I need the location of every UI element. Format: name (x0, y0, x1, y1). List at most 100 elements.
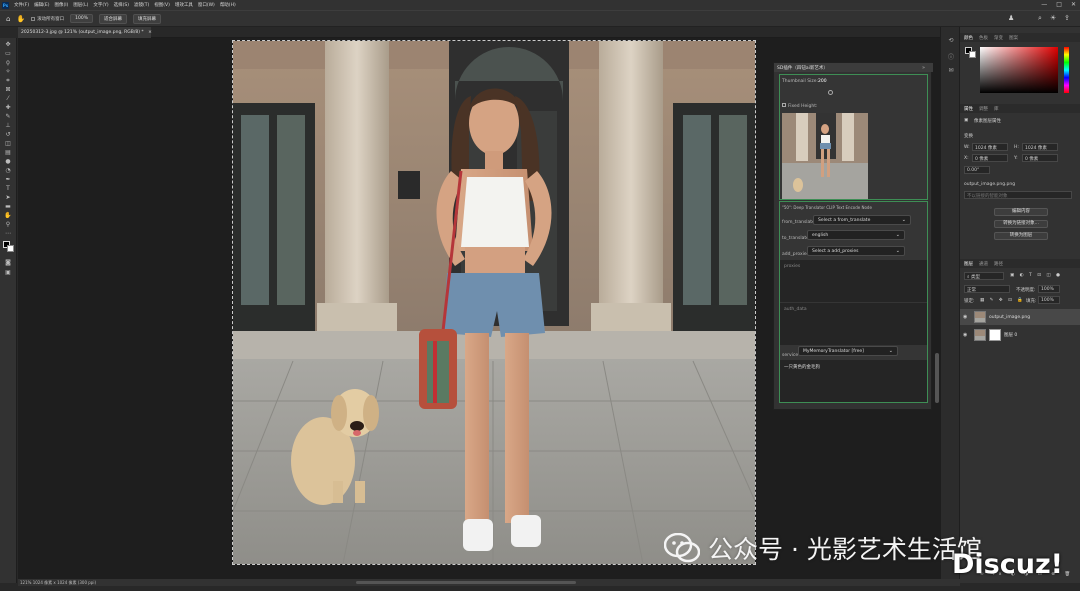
fixed-height-checkbox[interactable]: Fixed Height: (782, 103, 817, 109)
opacity-input[interactable]: 100% (1038, 285, 1060, 293)
hand-tool-icon[interactable]: ✋ (16, 15, 25, 23)
layer-filter-select[interactable]: ⌕ 类型 (964, 272, 1004, 280)
marquee-tool-icon[interactable]: ▭ (4, 51, 12, 57)
tab-gradients[interactable]: 渐变 (994, 35, 1003, 41)
crop-tool-icon[interactable]: ⌗ (4, 78, 12, 84)
tab-properties[interactable]: 属性 (964, 106, 973, 112)
maximize-button[interactable]: □ (1056, 1, 1062, 8)
horizontal-scrollbar[interactable] (356, 581, 576, 584)
hue-slider[interactable] (1064, 47, 1069, 93)
layer-filter-icons[interactable]: ▣ ◐ T ⊡ ◫ ● (1010, 273, 1062, 278)
bulb-icon[interactable]: ☀ (1050, 14, 1056, 22)
tab-channels[interactable]: 通道 (979, 261, 988, 267)
scroll-all-windows-checkbox[interactable]: 滚动所有窗口 (31, 16, 64, 22)
convert-to-layers-button[interactable]: 转换为图层 (994, 232, 1048, 240)
frame-tool-icon[interactable]: ⊠ (4, 87, 12, 93)
menu-help[interactable]: 帮助(H) (220, 2, 236, 8)
panel-collapse-icon[interactable]: » (922, 65, 925, 71)
menu-type[interactable]: 文字(Y) (93, 2, 108, 8)
lasso-tool-icon[interactable]: ϙ (4, 60, 12, 66)
document-tab[interactable]: 20250312-3.jpg @ 121% (output_image.png,… (18, 27, 152, 38)
to-translate-select[interactable]: english ⌄ (807, 230, 905, 240)
menu-plugins[interactable]: 增效工具 (175, 2, 193, 8)
from-translate-select[interactable]: Select a from_translate ⌄ (813, 215, 911, 225)
menu-window[interactable]: 窗口(W) (198, 2, 215, 8)
shape-tool-icon[interactable]: ▬ (4, 204, 12, 210)
menu-image[interactable]: 图像(I) (54, 2, 68, 8)
canvas-image[interactable] (232, 40, 756, 565)
comment-icon[interactable]: ✉ (947, 67, 955, 75)
fit-screen-button[interactable]: 适合屏幕 (99, 13, 128, 24)
search-icon[interactable]: ⌕ (1038, 14, 1042, 23)
info-icon[interactable]: ⓘ (947, 52, 955, 61)
angle-input[interactable]: 0.00° (964, 166, 990, 174)
convert-to-linked-button[interactable]: 转换为链接对象... (994, 220, 1048, 228)
x-input[interactable]: 0 像素 (972, 154, 1008, 162)
share-icon[interactable]: ⇪ (1064, 14, 1070, 22)
tab-color[interactable]: 颜色 (964, 35, 973, 41)
photoshop-logo[interactable]: Ps (2, 1, 9, 9)
pen-tool-icon[interactable]: ✒ (4, 177, 12, 183)
blur-tool-icon[interactable]: ● (4, 159, 12, 165)
width-input[interactable]: 1024 像素 (972, 143, 1008, 151)
more-tools-icon[interactable]: ⋯ (4, 231, 12, 237)
person-icon[interactable]: ♟ (1008, 14, 1014, 22)
visibility-icon[interactable]: ◉ (963, 332, 970, 338)
layer-mask-thumbnail (989, 329, 1001, 341)
menu-select[interactable]: 选择(S) (114, 2, 129, 8)
quick-mask-icon[interactable]: ◙ (4, 260, 12, 266)
clone-stamp-icon[interactable]: ⊥ (4, 123, 12, 129)
brush-tool-icon[interactable]: ✎ (4, 114, 12, 120)
magic-wand-tool-icon[interactable]: ✧ (4, 69, 12, 75)
history-brush-icon[interactable]: ↺ (4, 132, 12, 138)
move-tool-icon[interactable]: ✥ (4, 42, 12, 48)
lock-icons[interactable]: ▦ ✎ ✥ ⊡ 🔒 (980, 298, 1025, 303)
menu-view[interactable]: 视图(V) (154, 2, 170, 8)
background-color-swatch[interactable] (7, 245, 14, 252)
menu-file[interactable]: 文件(F) (14, 2, 29, 8)
home-icon[interactable]: ⌂ (6, 15, 10, 23)
path-selection-icon[interactable]: ➤ (4, 195, 12, 201)
service-select[interactable]: MyMemoryTranslator [free] ⌄ (798, 346, 898, 356)
proxies-textarea[interactable]: proxies (780, 260, 927, 302)
tab-layers[interactable]: 图层 (964, 261, 973, 267)
history-icon[interactable]: ⟲ (947, 37, 955, 45)
layer-row[interactable]: ◉ output_image.png (960, 309, 1080, 325)
fill-screen-button[interactable]: 填充屏幕 (133, 13, 162, 24)
menu-edit[interactable]: 编辑(E) (34, 2, 49, 8)
auth-data-textarea[interactable]: auth_data (780, 303, 927, 345)
edit-contents-button[interactable]: 编辑内容 (994, 208, 1048, 216)
visibility-icon[interactable]: ◉ (963, 314, 970, 320)
y-input[interactable]: 0 像素 (1022, 154, 1058, 162)
gradient-tool-icon[interactable]: ▤ (4, 150, 12, 156)
eyedropper-tool-icon[interactable]: ⁄ (4, 96, 12, 102)
fill-input[interactable]: 100% (1038, 296, 1060, 304)
tab-swatches[interactable]: 色板 (979, 35, 988, 41)
menu-filter[interactable]: 滤镜(T) (134, 2, 149, 8)
eraser-tool-icon[interactable]: ◫ (4, 141, 12, 147)
tab-paths[interactable]: 路径 (994, 261, 1003, 267)
height-input[interactable]: 1024 像素 (1022, 143, 1058, 151)
zoom-100-button[interactable]: 100% (70, 14, 94, 23)
layer-row[interactable]: ◉ 图层 0 (960, 327, 1080, 343)
type-tool-icon[interactable]: T (4, 186, 12, 192)
prompt-textarea[interactable]: 一只黄色的金毛狗 (780, 360, 927, 402)
panel-scrollbar[interactable] (935, 353, 939, 403)
screen-mode-icon[interactable]: ▣ (4, 270, 12, 276)
dodge-tool-icon[interactable]: ◔ (4, 168, 12, 174)
close-tab-icon[interactable]: × (148, 30, 152, 35)
minimize-button[interactable]: — (1041, 1, 1047, 8)
thumbnail-size-slider[interactable] (828, 90, 833, 95)
zoom-tool-icon[interactable]: ⚲ (4, 222, 12, 228)
healing-brush-icon[interactable]: ✚ (4, 105, 12, 111)
tab-patterns[interactable]: 图案 (1009, 35, 1018, 41)
color-picker-field[interactable] (980, 47, 1058, 93)
tab-libraries[interactable]: 库 (994, 106, 999, 112)
close-button[interactable]: ✕ (1071, 1, 1076, 8)
color-bg-swatch[interactable] (969, 51, 976, 58)
add-proxies-select[interactable]: Select a add_proxies ⌄ (807, 246, 905, 256)
tab-adjustments[interactable]: 调整 (979, 106, 988, 112)
blend-mode-select[interactable]: 正常 (964, 285, 1010, 293)
hand-tool-icon[interactable]: ✋ (4, 213, 12, 219)
menu-layer[interactable]: 图层(L) (73, 2, 88, 8)
